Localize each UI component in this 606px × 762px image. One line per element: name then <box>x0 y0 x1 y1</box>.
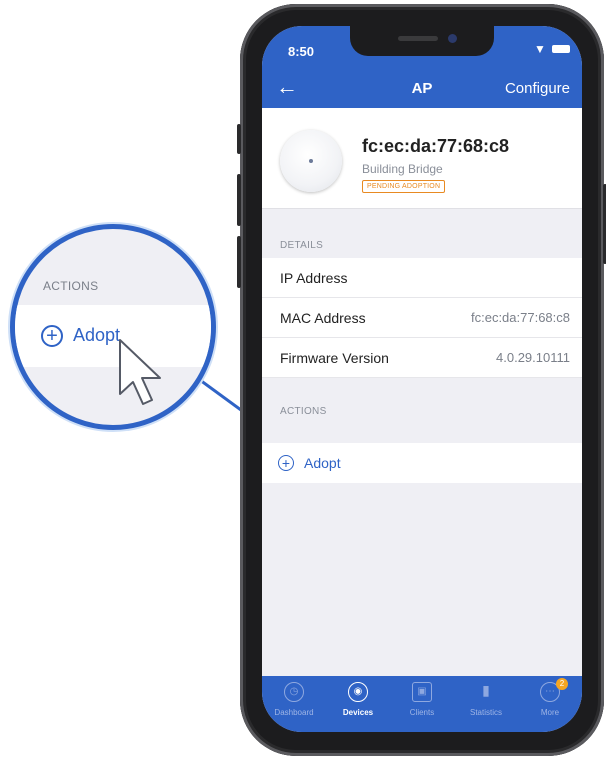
tab-more[interactable]: ⋯ 2 More <box>518 678 582 726</box>
configure-button[interactable]: Configure <box>505 80 570 97</box>
device-name: fc:ec:da:77:68:c8 <box>362 136 510 156</box>
detail-row-ip-address: IP Address <box>262 258 582 298</box>
tab-label: Dashboard <box>274 708 314 717</box>
tab-label: Statistics <box>469 708 502 717</box>
dashboard-icon: ◷ <box>284 682 304 702</box>
detail-value: fc:ec:da:77:68:c8 <box>470 310 570 325</box>
detail-label: MAC Address <box>280 310 366 326</box>
details-section-label: DETAILS <box>280 240 324 251</box>
statistics-icon: ▮ <box>482 682 490 698</box>
actions-section-label: ACTIONS <box>280 406 327 417</box>
bottom-tab-bar: ◷ Dashboard ◉ Devices ▣ Clients ▮ Statis… <box>262 676 582 732</box>
tab-label: More <box>540 708 560 717</box>
tab-label: Devices <box>342 708 374 717</box>
callout-adopt-label: Adopt <box>73 325 121 345</box>
tab-dashboard[interactable]: ◷ Dashboard <box>262 682 326 726</box>
status-time: 8:50 <box>288 44 315 59</box>
clients-icon: ▣ <box>412 682 432 702</box>
tab-label: Clients <box>409 708 435 717</box>
plus-circle-icon: + <box>278 455 294 471</box>
device-summary-card: fc:ec:da:77:68:c8 Building Bridge PENDIN… <box>262 108 582 209</box>
devices-icon: ◉ <box>348 682 368 702</box>
mouse-cursor-icon <box>119 339 161 405</box>
notification-badge: 2 <box>556 678 568 690</box>
detail-label: IP Address <box>280 270 348 286</box>
adopt-button[interactable]: Adopt <box>304 455 341 471</box>
notch <box>350 26 494 56</box>
detail-row-firmware-version: Firmware Version 4.0.29.10111 <box>262 338 582 378</box>
detail-value: 4.0.29.10111 <box>496 350 570 365</box>
tab-statistics[interactable]: ▮ Statistics <box>454 682 518 726</box>
device-model: Building Bridge <box>362 162 443 176</box>
battery-icon <box>552 45 570 53</box>
callout-actions-label: ACTIONS <box>43 279 99 293</box>
tab-devices[interactable]: ◉ Devices <box>326 682 390 726</box>
tab-clients[interactable]: ▣ Clients <box>390 682 454 726</box>
device-image <box>280 130 342 192</box>
magnifier-callout: ACTIONS + Adopt <box>10 224 216 430</box>
wifi-icon: ▼ <box>534 42 546 56</box>
detail-label: Firmware Version <box>280 350 389 366</box>
adopt-action-row[interactable]: + Adopt <box>262 443 582 483</box>
detail-row-mac-address: MAC Address fc:ec:da:77:68:c8 <box>262 298 582 338</box>
phone-frame: 8:50 ▼ ← AP Configure fc:ec:da:77:68:c8 … <box>237 4 606 756</box>
app-screen: 8:50 ▼ ← AP Configure fc:ec:da:77:68:c8 … <box>262 26 582 732</box>
status-badge: PENDING ADOPTION <box>362 180 446 193</box>
plus-circle-icon: + <box>41 325 63 347</box>
